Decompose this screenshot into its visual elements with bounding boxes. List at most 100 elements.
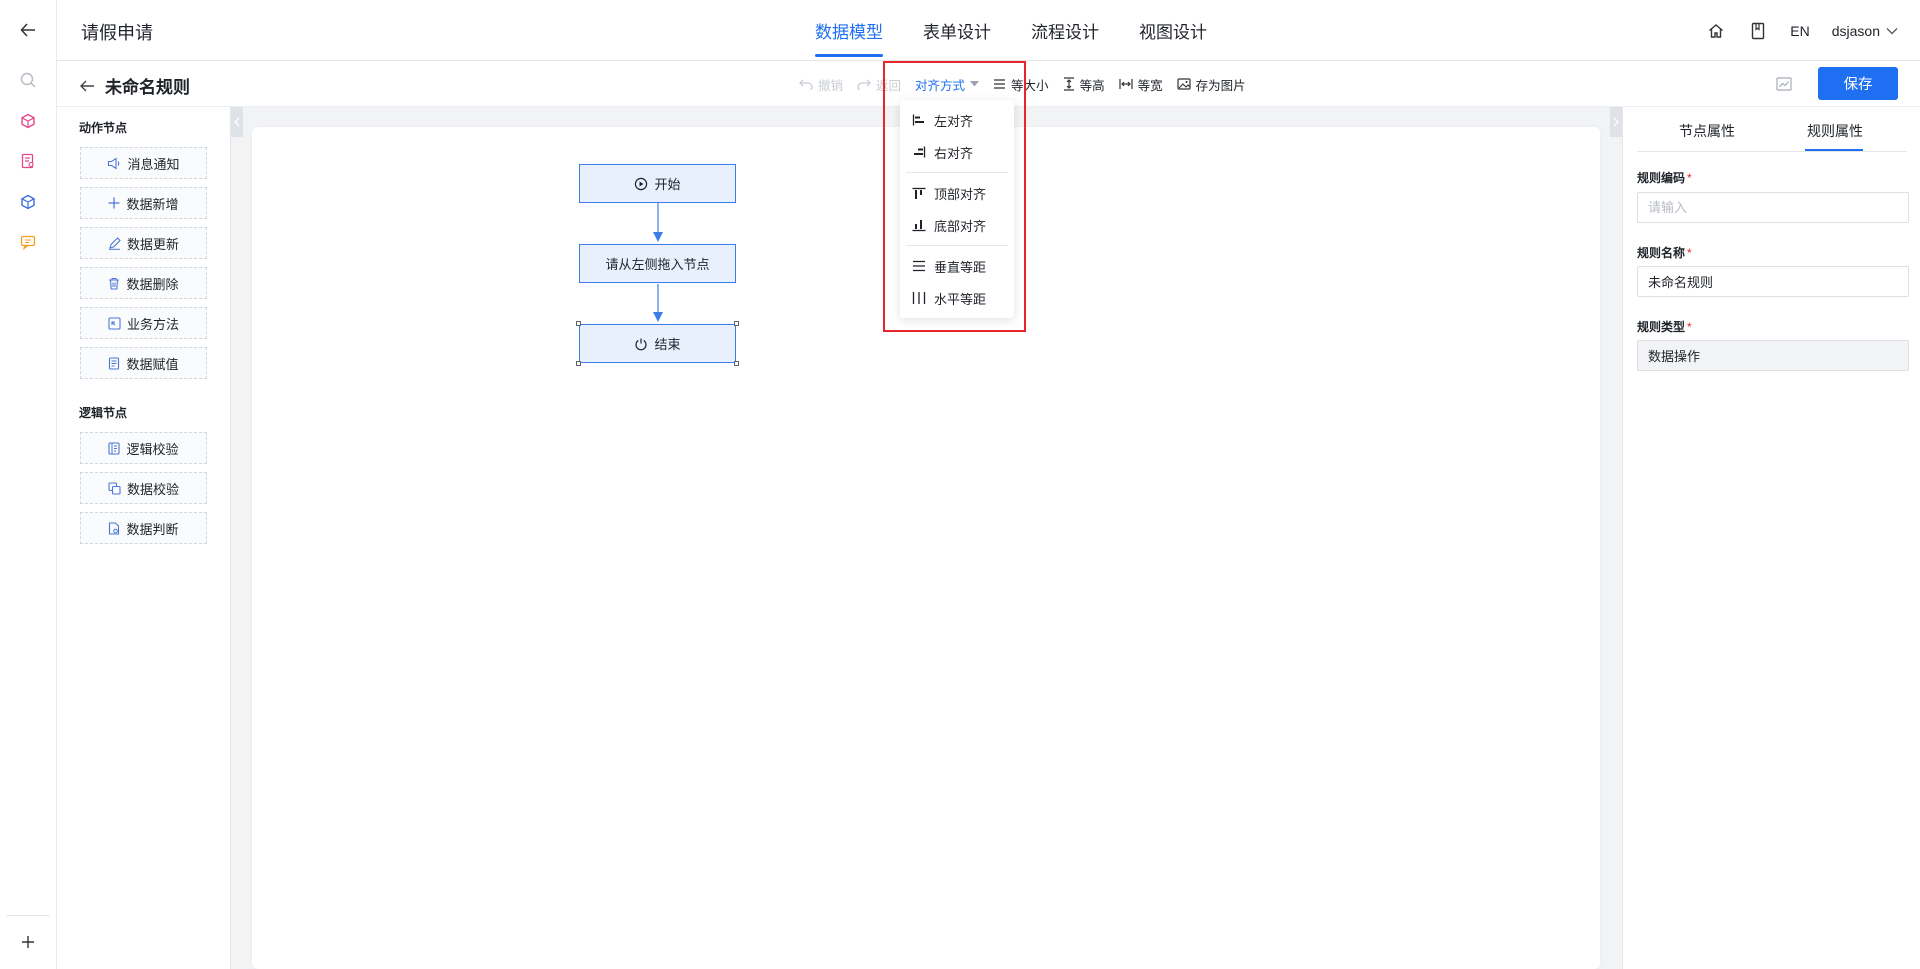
palette-item-label: 数据新增 — [126, 196, 179, 212]
vertical-distribute-option[interactable]: 垂直等距 — [900, 250, 1014, 282]
palette-item-delete-data[interactable]: 数据删除 — [80, 267, 207, 299]
tab-data-model[interactable]: 数据模型 — [795, 0, 903, 61]
resize-handle[interactable] — [576, 321, 581, 326]
align-bottom-option[interactable]: 底部对齐 — [900, 209, 1014, 241]
align-bottom-label: 底部对齐 — [934, 218, 987, 234]
placeholder-node-label: 请从左侧拖入节点 — [605, 257, 710, 272]
same-width-icon — [1118, 79, 1133, 89]
palette-item-label: 业务方法 — [126, 316, 179, 332]
app-title: 请假申请 — [81, 23, 153, 43]
redo-button[interactable]: 返回 — [857, 75, 901, 94]
home-icon[interactable] — [1706, 21, 1726, 41]
power-icon — [635, 338, 648, 350]
tool-group: 撤销 返回 对齐方式 等大小 等高 等宽 存为图片 — [799, 61, 1246, 107]
palette-item-update-data[interactable]: 数据更新 — [80, 227, 207, 259]
vertical-distribute-label: 垂直等距 — [934, 259, 987, 275]
same-width-button[interactable]: 等宽 — [1118, 75, 1163, 94]
rule-type-label: 规则类型 * — [1637, 320, 1692, 334]
palette-item-add-data[interactable]: 数据新增 — [80, 187, 207, 219]
tab-node-properties[interactable]: 节点属性 — [1679, 121, 1735, 141]
resize-handle[interactable] — [734, 321, 739, 326]
palette-item-label: 消息通知 — [127, 156, 180, 172]
save-image-button[interactable]: 存为图片 — [1176, 75, 1246, 94]
menu-divider — [906, 245, 1008, 246]
chevron-down-icon — [1886, 27, 1898, 34]
align-left-label: 左对齐 — [934, 113, 974, 129]
palette-item-label: 数据校验 — [126, 481, 179, 497]
cube-icon[interactable] — [0, 182, 56, 222]
tab-rule-properties[interactable]: 规则属性 — [1807, 121, 1863, 141]
resize-handle[interactable] — [576, 361, 581, 366]
palette-item-data-judge[interactable]: 数据判断 — [80, 512, 207, 544]
method-icon — [108, 316, 121, 330]
chart-icon[interactable] — [1776, 76, 1792, 91]
redo-label: 返回 — [876, 78, 902, 93]
placeholder-node[interactable]: 请从左侧拖入节点 — [579, 244, 736, 283]
collapse-left-panel[interactable] — [231, 107, 243, 137]
logic-check-icon — [108, 441, 121, 455]
align-top-option[interactable]: 顶部对齐 — [900, 177, 1014, 209]
add-icon[interactable] — [0, 922, 56, 962]
search-icon[interactable] — [0, 60, 56, 100]
collapse-right-panel[interactable] — [1610, 107, 1622, 137]
back-to-rules[interactable]: 未命名规则 — [79, 73, 190, 98]
palette-item-label: 数据更新 — [126, 236, 179, 252]
vertical-distribute-icon — [913, 260, 925, 272]
back-arrow-icon[interactable] — [0, 10, 56, 50]
book-icon[interactable] — [1748, 21, 1768, 41]
rule-code-label-text: 规则编码 — [1637, 171, 1686, 185]
end-node-label: 结束 — [654, 337, 681, 352]
header-actions: EN dsjason — [1706, 0, 1898, 61]
save-button[interactable]: 保存 — [1818, 67, 1898, 100]
palette-item-data-check[interactable]: 数据校验 — [80, 472, 207, 504]
horizontal-distribute-option[interactable]: 水平等距 — [900, 282, 1014, 314]
align-right-option[interactable]: 右对齐 — [900, 136, 1014, 168]
play-icon — [635, 177, 648, 190]
tab-flow-design[interactable]: 流程设计 — [1011, 0, 1119, 61]
horizontal-distribute-icon — [912, 292, 926, 304]
properties-tabs: 节点属性 规则属性 — [1637, 107, 1907, 152]
align-dropdown-button[interactable]: 对齐方式 — [915, 75, 980, 94]
rule-name-input[interactable] — [1637, 266, 1909, 297]
align-top-label: 顶部对齐 — [934, 186, 987, 202]
caret-down-icon — [970, 81, 980, 87]
same-height-label: 等高 — [1079, 78, 1105, 93]
speaker-icon — [108, 156, 120, 170]
palette-item-label: 数据赋值 — [126, 356, 179, 372]
resize-handle[interactable] — [734, 361, 739, 366]
same-size-icon — [994, 79, 1006, 89]
palette-item-assign-data[interactable]: 数据赋值 — [80, 347, 207, 379]
palette-item-business-method[interactable]: 业务方法 — [80, 307, 207, 339]
palette-item-message[interactable]: 消息通知 — [80, 147, 207, 179]
language-switch[interactable]: EN — [1790, 23, 1809, 39]
node-palette: 动作节点 消息通知 数据新增 数据更新 数据删除 业务方法 数据赋值 逻辑节点 … — [57, 107, 231, 969]
properties-panel: 节点属性 规则属性 规则编码* 规则名称* 规则类型* — [1622, 107, 1920, 969]
toolbar-right: 保存 — [1776, 67, 1898, 100]
tab-form-design[interactable]: 表单设计 — [903, 0, 1011, 61]
top-header: 请假申请 数据模型 表单设计 流程设计 视图设计 EN dsjason — [57, 0, 1920, 61]
horizontal-distribute-label: 水平等距 — [934, 291, 987, 307]
align-left-option[interactable]: 左对齐 — [900, 104, 1014, 136]
same-size-button[interactable]: 等大小 — [993, 75, 1049, 94]
action-nodes-title: 动作节点 — [79, 121, 128, 135]
icon-rail — [0, 0, 57, 969]
rule-code-input[interactable] — [1637, 192, 1909, 223]
rule-title: 未命名规则 — [105, 78, 190, 97]
rule-name-label-text: 规则名称 — [1637, 246, 1686, 260]
same-height-button[interactable]: 等高 — [1063, 75, 1105, 94]
undo-button[interactable]: 撤销 — [799, 75, 843, 94]
align-right-icon — [914, 146, 926, 158]
rule-code-label: 规则编码 * — [1637, 171, 1692, 185]
form-icon[interactable] — [0, 141, 56, 181]
palette-item-label: 数据删除 — [126, 276, 179, 292]
align-label: 对齐方式 — [915, 78, 966, 93]
tab-view-design[interactable]: 视图设计 — [1119, 0, 1227, 61]
message-icon[interactable] — [0, 222, 56, 262]
palette-item-label: 数据判断 — [126, 521, 179, 537]
edit-icon — [108, 236, 121, 250]
palette-item-logic-check[interactable]: 逻辑校验 — [80, 432, 207, 464]
end-node[interactable]: 结束 — [576, 321, 739, 366]
user-menu[interactable]: dsjason — [1832, 23, 1898, 39]
start-node[interactable]: 开始 — [579, 164, 736, 203]
data-model-icon[interactable] — [0, 101, 56, 141]
